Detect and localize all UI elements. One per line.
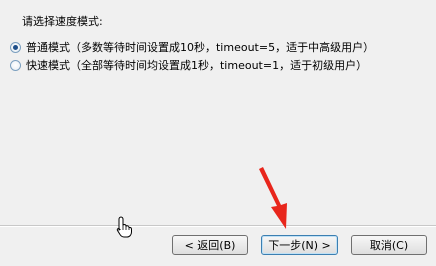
mode-prompt-label: 请选择速度模式: [22, 15, 103, 28]
next-button[interactable]: 下一步(N) > [261, 235, 338, 255]
radio-selected-icon[interactable] [10, 41, 21, 53]
hand-cursor-icon [116, 216, 132, 238]
fast-mode-radio[interactable]: 快速模式（全部等待时间均设置成1秒，timeout=1，适于初级用户） [10, 57, 367, 73]
radio-unselected-icon[interactable] [10, 59, 21, 71]
back-button[interactable]: < 返回(B) [172, 235, 248, 255]
footer-divider [0, 225, 436, 227]
fast-mode-label[interactable]: 快速模式（全部等待时间均设置成1秒，timeout=1，适于初级用户） [26, 57, 367, 73]
normal-mode-label[interactable]: 普通模式（多数等待时间设置成10秒，timeout=5，适于中高级用户） [26, 39, 374, 55]
cancel-button[interactable]: 取消(C) [351, 235, 427, 255]
normal-mode-radio[interactable]: 普通模式（多数等待时间设置成10秒，timeout=5，适于中高级用户） [10, 39, 374, 55]
